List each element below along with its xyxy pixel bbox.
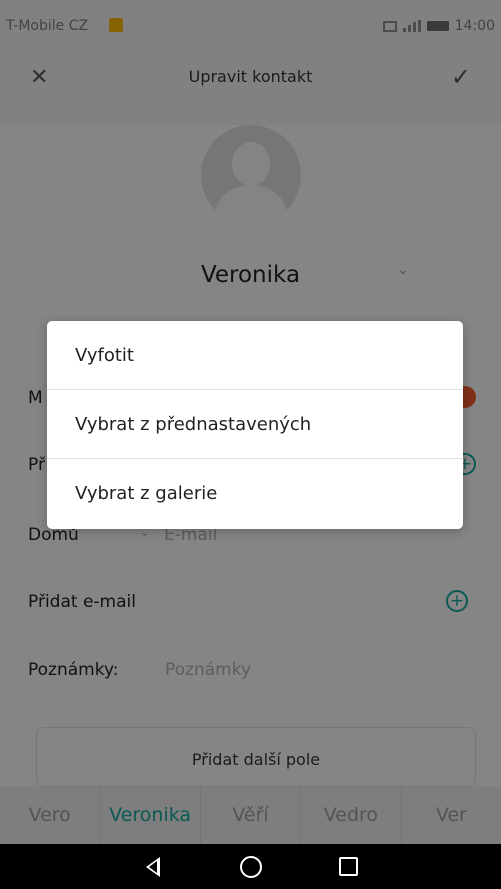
choose-gallery-option[interactable]: Vybrat z galerie bbox=[47, 459, 463, 528]
recents-icon[interactable] bbox=[336, 854, 362, 880]
take-photo-option[interactable]: Vyfotit bbox=[47, 321, 463, 390]
navigation-bar bbox=[0, 844, 501, 889]
home-icon[interactable] bbox=[238, 854, 264, 880]
back-icon[interactable] bbox=[140, 854, 166, 880]
photo-options-dialog: Vyfotit Vybrat z přednastavených Vybrat … bbox=[47, 321, 463, 529]
choose-preset-option[interactable]: Vybrat z přednastavených bbox=[47, 390, 463, 459]
